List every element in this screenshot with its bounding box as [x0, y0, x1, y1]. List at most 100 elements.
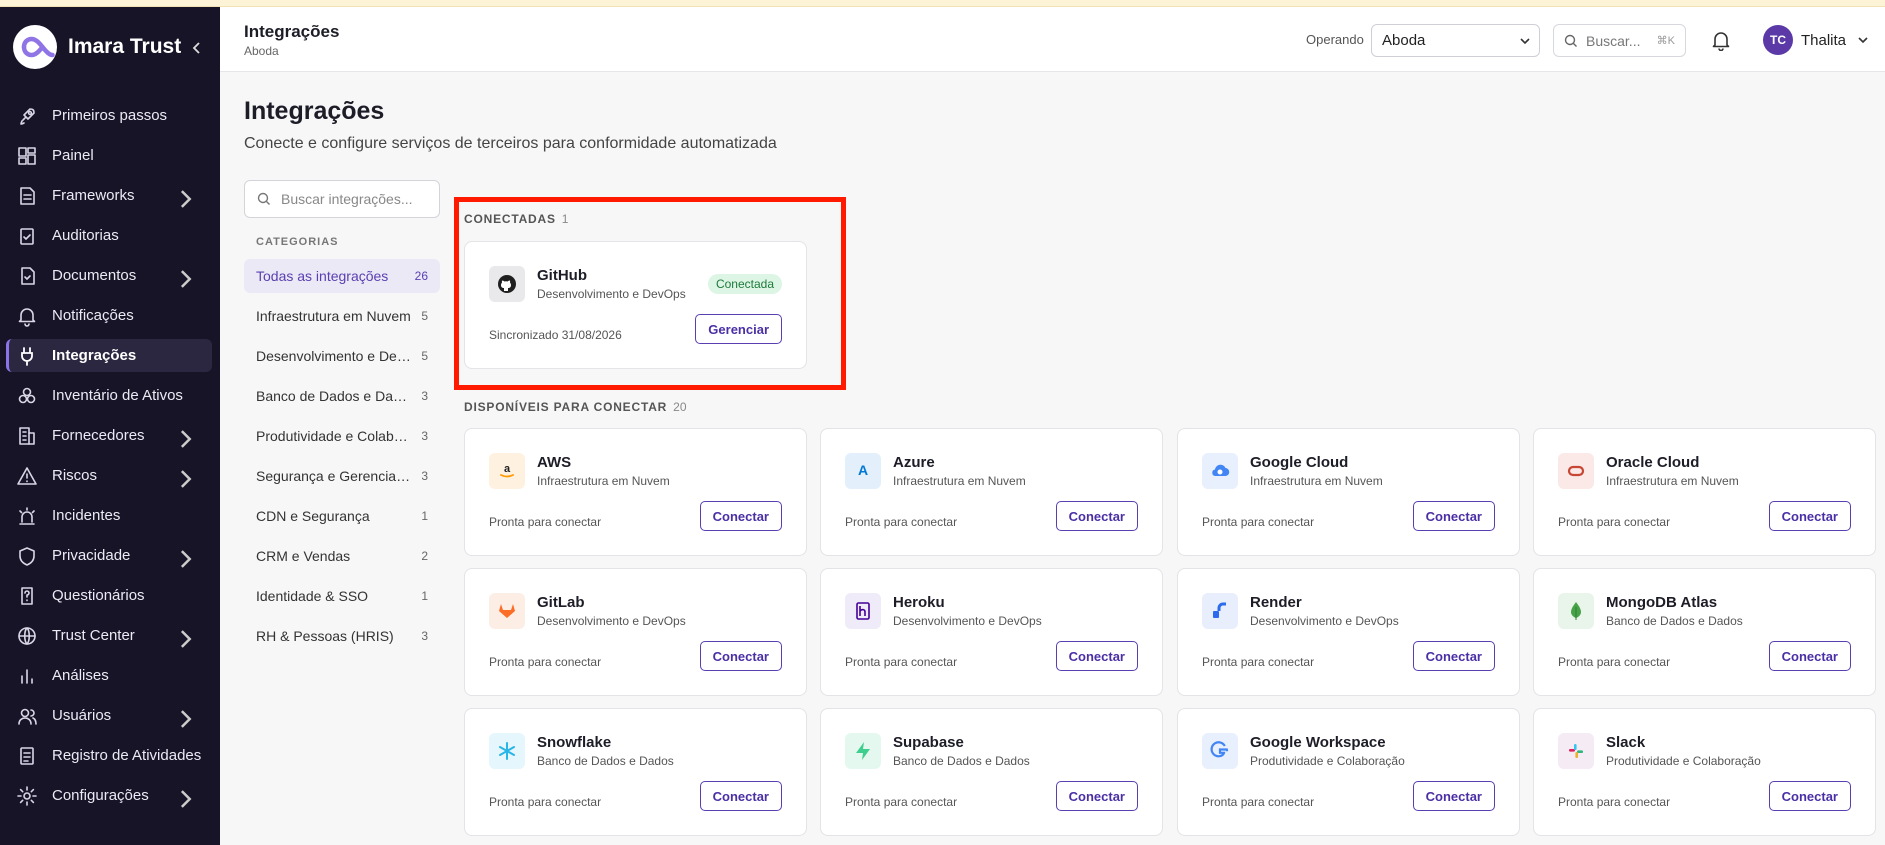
bar-chart-icon: [21, 668, 33, 684]
chevron-right-icon: [180, 790, 192, 808]
global-search-placeholder: Buscar...: [1586, 32, 1641, 49]
user-name: Thalita: [1801, 31, 1847, 49]
sidebar-item-primeiros-passos[interactable]: Primeiros passos: [6, 99, 212, 132]
global-search-input[interactable]: Buscar... ⌘K: [1553, 24, 1686, 57]
integration-category: Desenvolvimento e DevOps: [893, 614, 1042, 628]
category-label: Banco de Dados e Dados: [256, 388, 411, 404]
notice-bar: [0, 0, 1885, 7]
connect-button[interactable]: Conectar: [699, 781, 782, 811]
sidebar-item-privacidade[interactable]: Privacidade: [6, 539, 212, 572]
connect-button[interactable]: Conectar: [1412, 501, 1495, 531]
connect-button[interactable]: Conectar: [1768, 641, 1851, 671]
category-item[interactable]: Identidade & SSO 1: [244, 579, 440, 613]
user-menu[interactable]: TC Thalita: [1763, 25, 1870, 55]
category-item[interactable]: CDN e Segurança 1: [244, 499, 440, 533]
category-item[interactable]: Desenvolvimento e DevOps 5: [244, 339, 440, 373]
sidebar-item-incidentes[interactable]: Incidentes: [6, 499, 212, 532]
integration-card-mongodb-atlas[interactable]: MongoDB Atlas Banco de Dados e Dados Pro…: [1533, 568, 1876, 696]
integration-status: Pronta para conectar: [1202, 795, 1315, 809]
page-subtitle: Conecte e configure serviços de terceiro…: [244, 135, 777, 152]
sidebar-item-frameworks[interactable]: Frameworks: [6, 179, 212, 212]
category-label: Todas as integrações: [256, 268, 389, 284]
integration-status: Pronta para conectar: [845, 515, 958, 529]
connect-button[interactable]: Conectar: [699, 641, 782, 671]
categories-heading: CATEGORIAS: [256, 236, 339, 248]
integration-category: Produtividade e Colaboração: [1250, 754, 1405, 768]
sidebar-item-questionarios[interactable]: Questionários: [6, 579, 212, 612]
integration-card-aws[interactable]: a AWS Infraestrutura em Nuvem Pronta par…: [464, 428, 807, 556]
connect-button[interactable]: Conectar: [1055, 781, 1138, 811]
category-item[interactable]: Todas as integrações 26: [244, 259, 440, 293]
integration-status: Pronta para conectar: [1558, 795, 1671, 809]
integration-status: Pronta para conectar: [1558, 655, 1671, 669]
supabase-icon: [845, 733, 881, 769]
connect-button[interactable]: Conectar: [1768, 781, 1851, 811]
sidebar-item-notificacoes[interactable]: Notificações: [6, 299, 212, 332]
category-item[interactable]: Produtividade e Colaboração 3: [244, 419, 440, 453]
sidebar-item-analises[interactable]: Análises: [6, 659, 212, 692]
sidebar-item-auditorias[interactable]: Auditorias: [6, 219, 212, 252]
integration-status: Pronta para conectar: [1202, 515, 1315, 529]
integration-card-google-cloud[interactable]: Google Cloud Infraestrutura em Nuvem Pro…: [1177, 428, 1520, 556]
boxes-icon: [18, 387, 36, 403]
connect-button[interactable]: Conectar: [1412, 781, 1495, 811]
sidebar-item-inventario-de-ativos[interactable]: Inventário de Ativos: [6, 379, 212, 412]
sidebar-item-registro-de-atividades[interactable]: Registro de Atividades: [6, 739, 212, 772]
category-item[interactable]: Segurança e Gerenciamento 3: [244, 459, 440, 493]
integration-status: Pronta para conectar: [489, 515, 602, 529]
integration-card-supabase[interactable]: Supabase Banco de Dados e Dados Pronta p…: [820, 708, 1163, 836]
sidebar-item-label: Inventário de Ativos: [52, 387, 183, 404]
operating-select[interactable]: Aboda: [1371, 24, 1540, 57]
connect-button[interactable]: Conectar: [1412, 641, 1495, 671]
brand[interactable]: Imara Trust: [12, 24, 208, 70]
sidebar-item-riscos[interactable]: Riscos: [6, 459, 212, 492]
document-icon: [20, 186, 35, 205]
integration-category: Banco de Dados e Dados: [537, 754, 674, 768]
integration-category: Desenvolvimento e DevOps: [1250, 614, 1399, 628]
category-item[interactable]: Banco de Dados e Dados 3: [244, 379, 440, 413]
plug-icon: [21, 346, 33, 366]
highlight-box: [454, 197, 846, 390]
gear-icon: [17, 785, 37, 806]
file-icon: [21, 266, 35, 285]
integration-card-oracle-cloud[interactable]: Oracle Cloud Infraestrutura em Nuvem Pro…: [1533, 428, 1876, 556]
sidebar-item-label: Frameworks: [52, 187, 135, 204]
integration-card-snowflake[interactable]: Snowflake Banco de Dados e Dados Pronta …: [464, 708, 807, 836]
integration-card-slack[interactable]: Slack Produtividade e Colaboração Pronta…: [1533, 708, 1876, 836]
integration-card-azure[interactable]: A Azure Infraestrutura em Nuvem Pronta p…: [820, 428, 1163, 556]
integration-category: Infraestrutura em Nuvem: [537, 474, 670, 488]
connect-button[interactable]: Conectar: [1055, 501, 1138, 531]
collapse-sidebar-icon[interactable]: [186, 37, 208, 59]
connect-button[interactable]: Conectar: [699, 501, 782, 531]
sidebar-item-fornecedores[interactable]: Fornecedores: [6, 419, 212, 452]
notifications-bell-icon[interactable]: [1710, 29, 1732, 51]
category-item[interactable]: CRM e Vendas 2: [244, 539, 440, 573]
category-item[interactable]: RH & Pessoas (HRIS) 3: [244, 619, 440, 653]
operating-label: Operando: [1306, 32, 1364, 47]
page-title: Integrações: [244, 97, 385, 125]
category-count: 1: [421, 589, 428, 603]
integration-card-google-workspace[interactable]: Google Workspace Produtividade e Colabor…: [1177, 708, 1520, 836]
sidebar-item-usuarios[interactable]: Usuários: [6, 699, 212, 732]
connect-button[interactable]: Conectar: [1055, 641, 1138, 671]
sidebar-item-painel[interactable]: Painel: [6, 139, 212, 172]
sidebar-item-label: Auditorias: [52, 227, 119, 244]
integration-card-render[interactable]: Render Desenvolvimento e DevOps Pronta p…: [1177, 568, 1520, 696]
svg-text:a: a: [504, 463, 511, 475]
sidebar-item-label: Configurações: [52, 787, 149, 804]
sidebar-item-configuracoes[interactable]: Configurações: [6, 779, 212, 812]
sidebar-item-documentos[interactable]: Documentos: [6, 259, 212, 292]
category-label: CRM e Vendas: [256, 548, 351, 564]
integration-card-heroku[interactable]: Heroku Desenvolvimento e DevOps Pronta p…: [820, 568, 1163, 696]
sidebar-item-label: Riscos: [52, 467, 98, 484]
category-count: 2: [421, 549, 428, 563]
google-cloud-icon: [1202, 453, 1238, 489]
integration-category: Infraestrutura em Nuvem: [1606, 474, 1739, 488]
sidebar-item-integracoes[interactable]: Integrações: [6, 339, 212, 372]
integration-card-gitlab[interactable]: GitLab Desenvolvimento e DevOps Pronta p…: [464, 568, 807, 696]
integrations-search-input[interactable]: Buscar integrações...: [244, 180, 440, 218]
sidebar-item-trust-center[interactable]: Trust Center: [6, 619, 212, 652]
category-item[interactable]: Infraestrutura em Nuvem 5: [244, 299, 440, 333]
building-icon: [19, 426, 35, 445]
connect-button[interactable]: Conectar: [1768, 501, 1851, 531]
